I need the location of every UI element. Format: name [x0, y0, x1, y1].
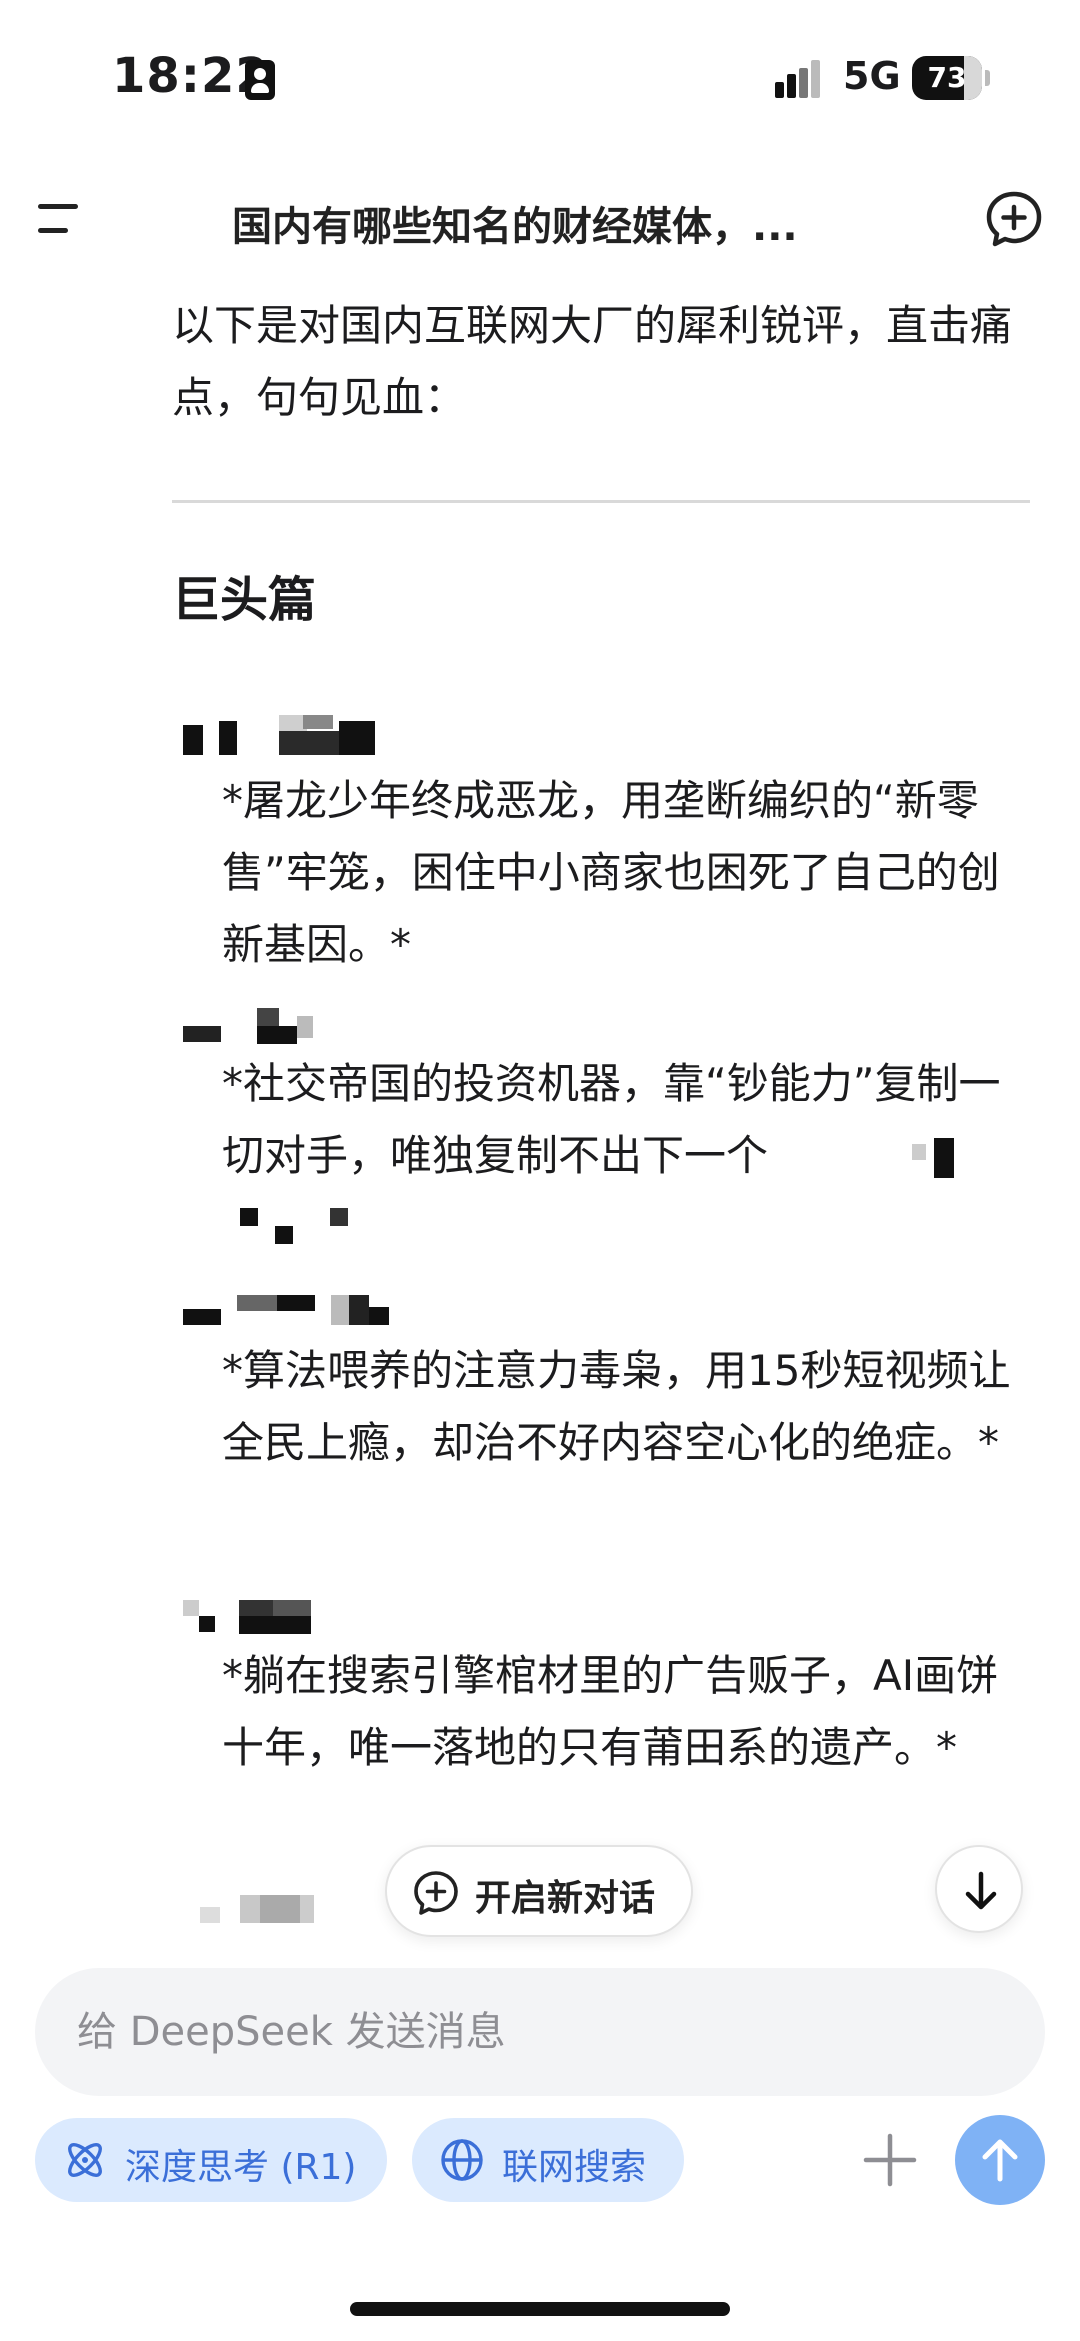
atom-icon — [68, 2143, 102, 2177]
deep-think-label: 深度思考 (R1) — [125, 2147, 357, 2188]
entry-text: *社交帝国的投资机器，靠“钞能力”复制一切对手，唯独复制不出下一个 — [222, 1059, 1001, 1180]
battery-level: 73 — [927, 61, 967, 94]
message-input[interactable] — [77, 1998, 997, 2066]
arrow-up-icon — [982, 2139, 1018, 2182]
menu-icon[interactable] — [38, 198, 90, 238]
entry-text: *算法喂养的注意力毒枭，用15秒短视频让全民上瘾，却治不好内容空心化的绝症。* — [222, 1346, 1011, 1467]
scroll-to-bottom-button[interactable] — [935, 1845, 1023, 1933]
arrow-down-icon — [965, 1871, 997, 1910]
plus-icon[interactable] — [862, 2132, 918, 2188]
globe-icon — [441, 2139, 483, 2181]
entry-text: *躺在搜索引擎棺材里的广告贩子，AI画饼十年，唯一落地的只有莆田系的遗产。* — [222, 1651, 999, 1772]
home-indicator[interactable] — [350, 2302, 730, 2316]
message-input-box[interactable] — [35, 1968, 1045, 2096]
network-type: 5G — [843, 54, 901, 98]
web-search-label: 联网搜索 — [502, 2147, 647, 2188]
send-button[interactable] — [955, 2115, 1045, 2205]
new-conversation-button[interactable]: 开启新对话 — [385, 1845, 693, 1937]
chat-title[interactable]: 国内有哪些知名的财经媒体，... — [232, 194, 882, 252]
web-search-toggle[interactable]: 联网搜索 — [412, 2118, 684, 2202]
chat-header: 国内有哪些知名的财经媒体，... — [0, 170, 1080, 270]
new-chat-icon — [414, 1871, 458, 1915]
new-chat-icon[interactable] — [985, 190, 1043, 248]
status-bar: 18:22 5G 73 — [0, 0, 1080, 160]
new-conversation-label: 开启新对话 — [475, 1878, 656, 1919]
deep-think-toggle[interactable]: 深度思考 (R1) — [35, 2118, 387, 2202]
signal-strength-icon — [775, 60, 830, 98]
section-heading: 巨头篇 — [172, 572, 317, 628]
entry-text: *屠龙少年终成恶龙，用垄断编织的“新零售”牢笼，困住中小商家也困死了自己的创新基… — [222, 776, 1000, 969]
chat-screen: 18:22 5G 73 国内有哪些知名的财经媒体，... 以下是对国内互联网大厂… — [0, 0, 1080, 2341]
message-intro: 以下是对国内互联网大厂的犀利锐评，直击痛点，句句见血： — [172, 301, 1013, 422]
battery-icon: 73 — [912, 56, 990, 100]
contact-card-icon — [245, 60, 275, 100]
divider — [172, 500, 1030, 503]
